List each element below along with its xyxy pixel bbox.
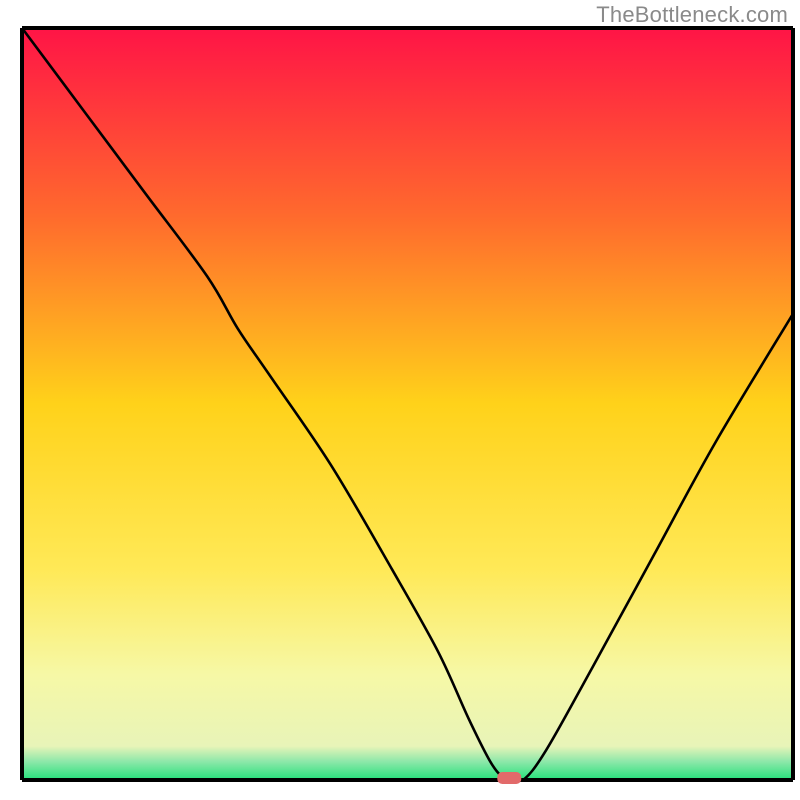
chart-root: TheBottleneck.com — [0, 0, 800, 800]
bottleneck-chart — [0, 0, 800, 800]
plot-background — [22, 28, 793, 780]
min-marker — [497, 772, 521, 784]
